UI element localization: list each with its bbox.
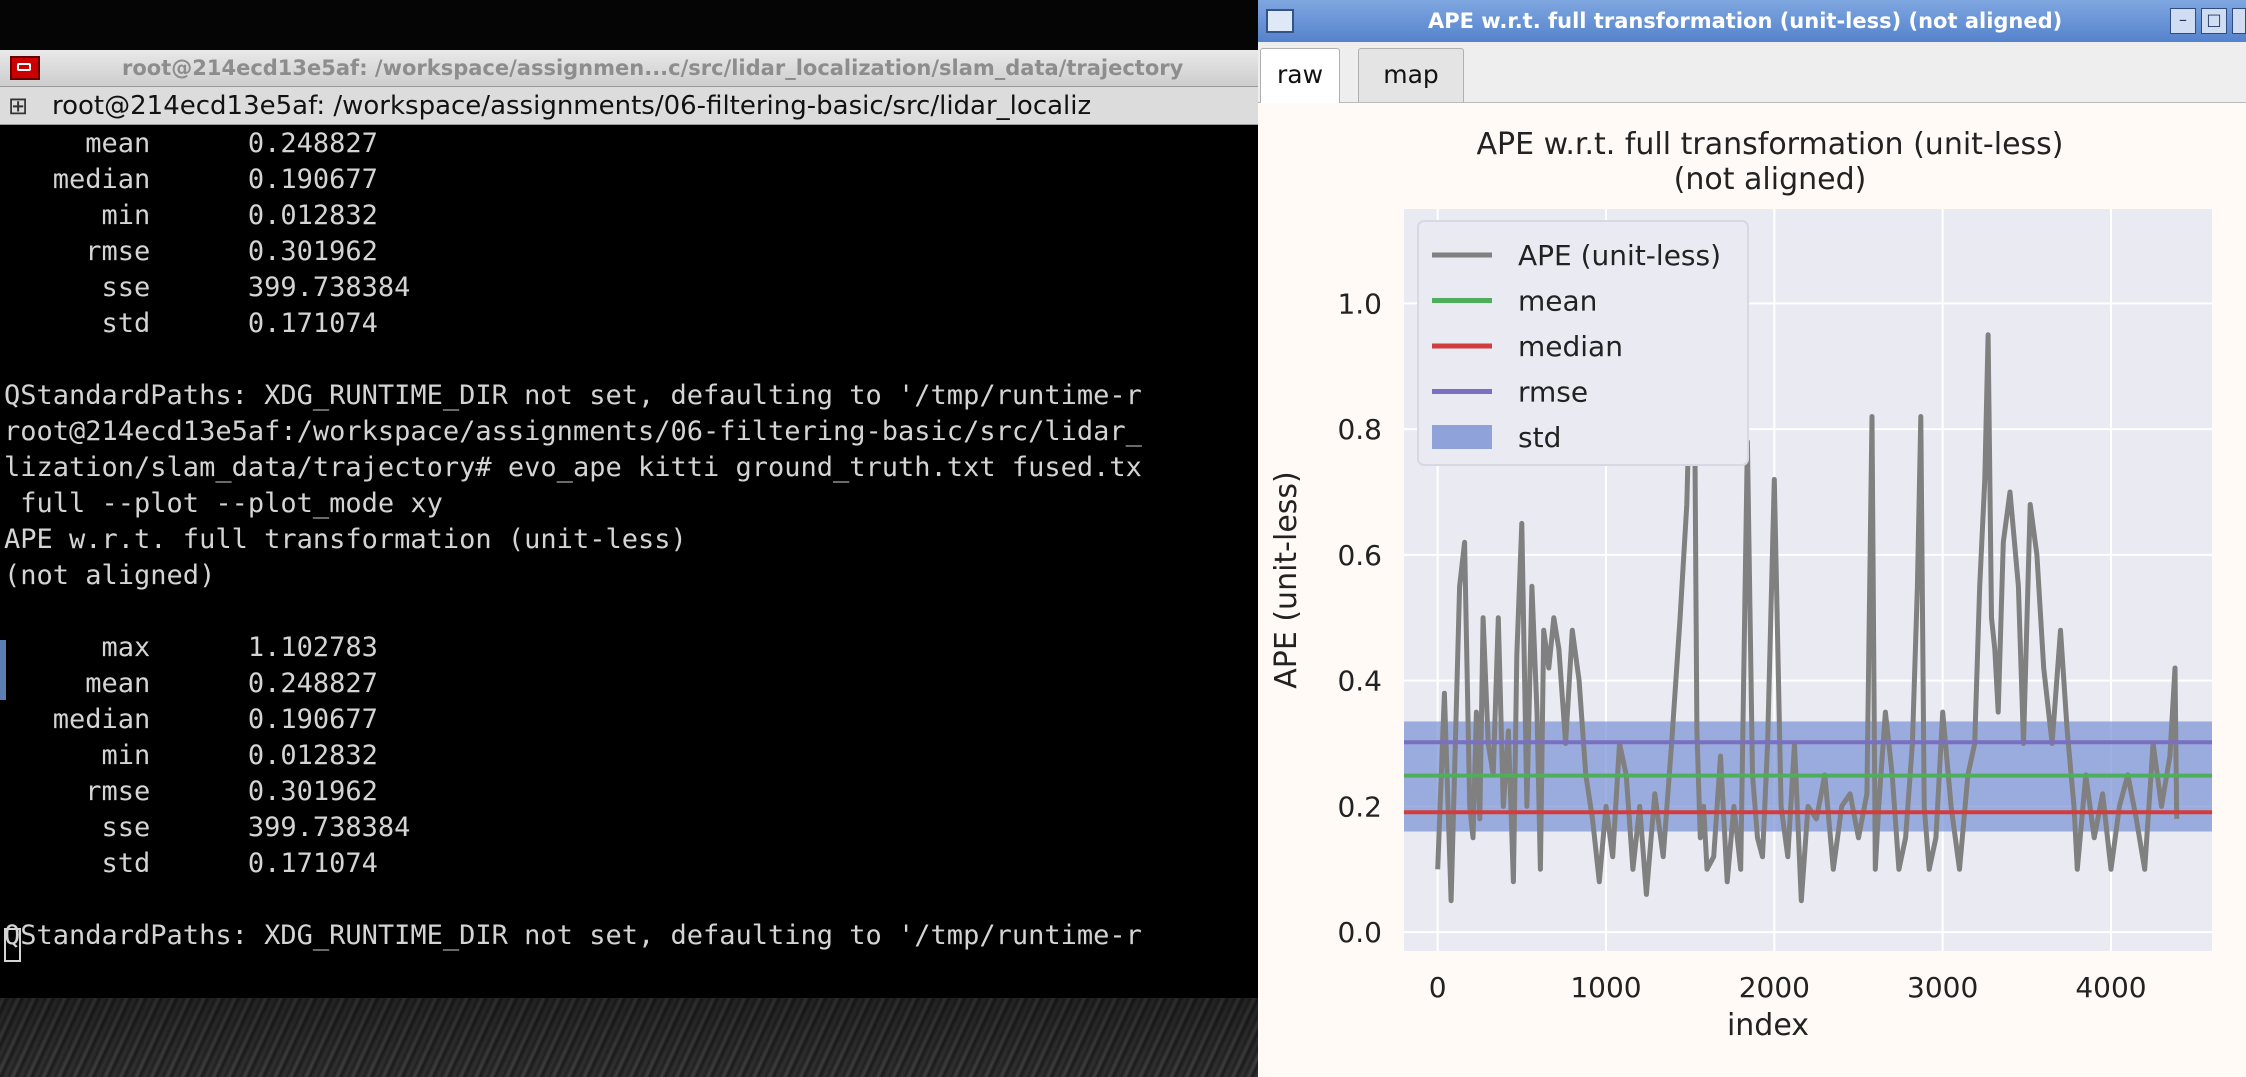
terminal-line: rmse 0.301962: [4, 776, 378, 807]
minimize-button[interactable]: –: [2170, 8, 2196, 34]
terminal-window-title: root@214ecd13e5af: /workspace/assignmen.…: [122, 56, 1184, 80]
legend-label: rmse: [1518, 376, 1588, 409]
terminal-output[interactable]: mean 0.248827 median 0.190677 min 0.0128…: [0, 126, 1258, 996]
terminal-line: median 0.190677: [4, 704, 378, 735]
chart-subtitle: (not aligned): [1674, 162, 1867, 197]
terminal-line: full --plot --plot_mode xy: [4, 488, 443, 519]
terminal-line: QStandardPaths: XDG_RUNTIME_DIR not set,…: [4, 380, 1142, 411]
terminal-line: mean 0.248827: [4, 668, 378, 699]
tab-raw[interactable]: raw: [1260, 48, 1340, 104]
close-button[interactable]: [2232, 8, 2246, 34]
desktop-background-bottom: [0, 998, 1258, 1077]
y-tick-label: 0.2: [1337, 790, 1382, 823]
y-tick-label: 0.0: [1337, 916, 1382, 949]
terminal-line: std 0.171074: [4, 848, 378, 879]
terminal-line: mean 0.248827: [4, 128, 378, 159]
y-axis-label: APE (unit-less): [1269, 471, 1304, 689]
terminal-line: min 0.012832: [4, 200, 378, 231]
legend-label: mean: [1518, 285, 1597, 318]
terminal-line: median 0.190677: [4, 164, 378, 195]
x-tick-label: 1000: [1570, 971, 1641, 1004]
tab-map[interactable]: map: [1358, 48, 1464, 102]
plot-window-title: APE w.r.t. full transformation (unit-les…: [1428, 9, 2063, 33]
y-tick-label: 0.8: [1337, 413, 1382, 446]
terminal-window[interactable]: root@214ecd13e5af: /workspace/assignmen.…: [0, 50, 1258, 998]
terminal-tab-label[interactable]: root@214ecd13e5af: /workspace/assignment…: [52, 91, 1091, 121]
plot-window-icon: [1266, 9, 1294, 33]
terminal-line: sse 399.738384: [4, 812, 411, 843]
terminal-line: lization/slam_data/trajectory# evo_ape k…: [4, 452, 1142, 483]
terminal-line: sse 399.738384: [4, 272, 411, 303]
legend-label: std: [1518, 421, 1561, 454]
terminal-line: max 1.102783: [4, 632, 378, 663]
chart-title: APE w.r.t. full transformation (unit-les…: [1476, 127, 2063, 162]
terminal-line: rmse 0.301962: [4, 236, 378, 267]
terminal-tab-icon[interactable]: ⊞: [8, 94, 28, 118]
terminal-line: QStandardPaths: XDG_RUNTIME_DIR not set,…: [4, 920, 1142, 951]
y-tick-label: 1.0: [1337, 287, 1382, 320]
x-tick-label: 3000: [1907, 971, 1978, 1004]
plot-window-titlebar[interactable]: APE w.r.t. full transformation (unit-les…: [1258, 0, 2246, 42]
ape-chart: 0 1000 2000 3000 4000 0.0 0.2 0.4 0.6 0.8 1.0 index…: [1269, 127, 2212, 1043]
x-axis-label: index: [1727, 1008, 1809, 1043]
x-tick-label: 4000: [2075, 971, 2146, 1004]
y-tick-label: 0.6: [1337, 539, 1382, 572]
desktop-background-top: [0, 0, 1258, 50]
legend-swatch: [1432, 425, 1492, 449]
terminal-line: APE w.r.t. full transformation (unit-les…: [4, 524, 687, 555]
terminal-line: (not aligned): [4, 560, 216, 591]
terminal-scroll-marker: [0, 640, 6, 700]
plot-window[interactable]: APE w.r.t. full transformation (unit-les…: [1258, 0, 2246, 1077]
terminal-tab-bar[interactable]: ⊞ root@214ecd13e5af: /workspace/assignme…: [0, 87, 1258, 125]
terminal-line: root@214ecd13e5af:/workspace/assignments…: [4, 416, 1142, 447]
terminal-cursor: [4, 928, 21, 962]
y-tick-label: 0.4: [1337, 665, 1382, 698]
maximize-button[interactable]: □: [2201, 8, 2227, 34]
plot-canvas[interactable]: 0 1000 2000 3000 4000 0.0 0.2 0.4 0.6 0.8 1.0 index…: [1258, 103, 2246, 1077]
plot-tab-bar: raw map: [1258, 42, 2246, 104]
x-tick-label: 0: [1429, 971, 1447, 1004]
terminal-line: std 0.171074: [4, 308, 378, 339]
terminal-line: min 0.012832: [4, 740, 378, 771]
terminal-titlebar[interactable]: root@214ecd13e5af: /workspace/assignmen.…: [0, 50, 1258, 87]
legend-label: APE (unit-less): [1518, 239, 1721, 272]
x-tick-label: 2000: [1739, 971, 1810, 1004]
terminal-app-icon: [10, 56, 40, 80]
legend-label: median: [1518, 330, 1623, 363]
